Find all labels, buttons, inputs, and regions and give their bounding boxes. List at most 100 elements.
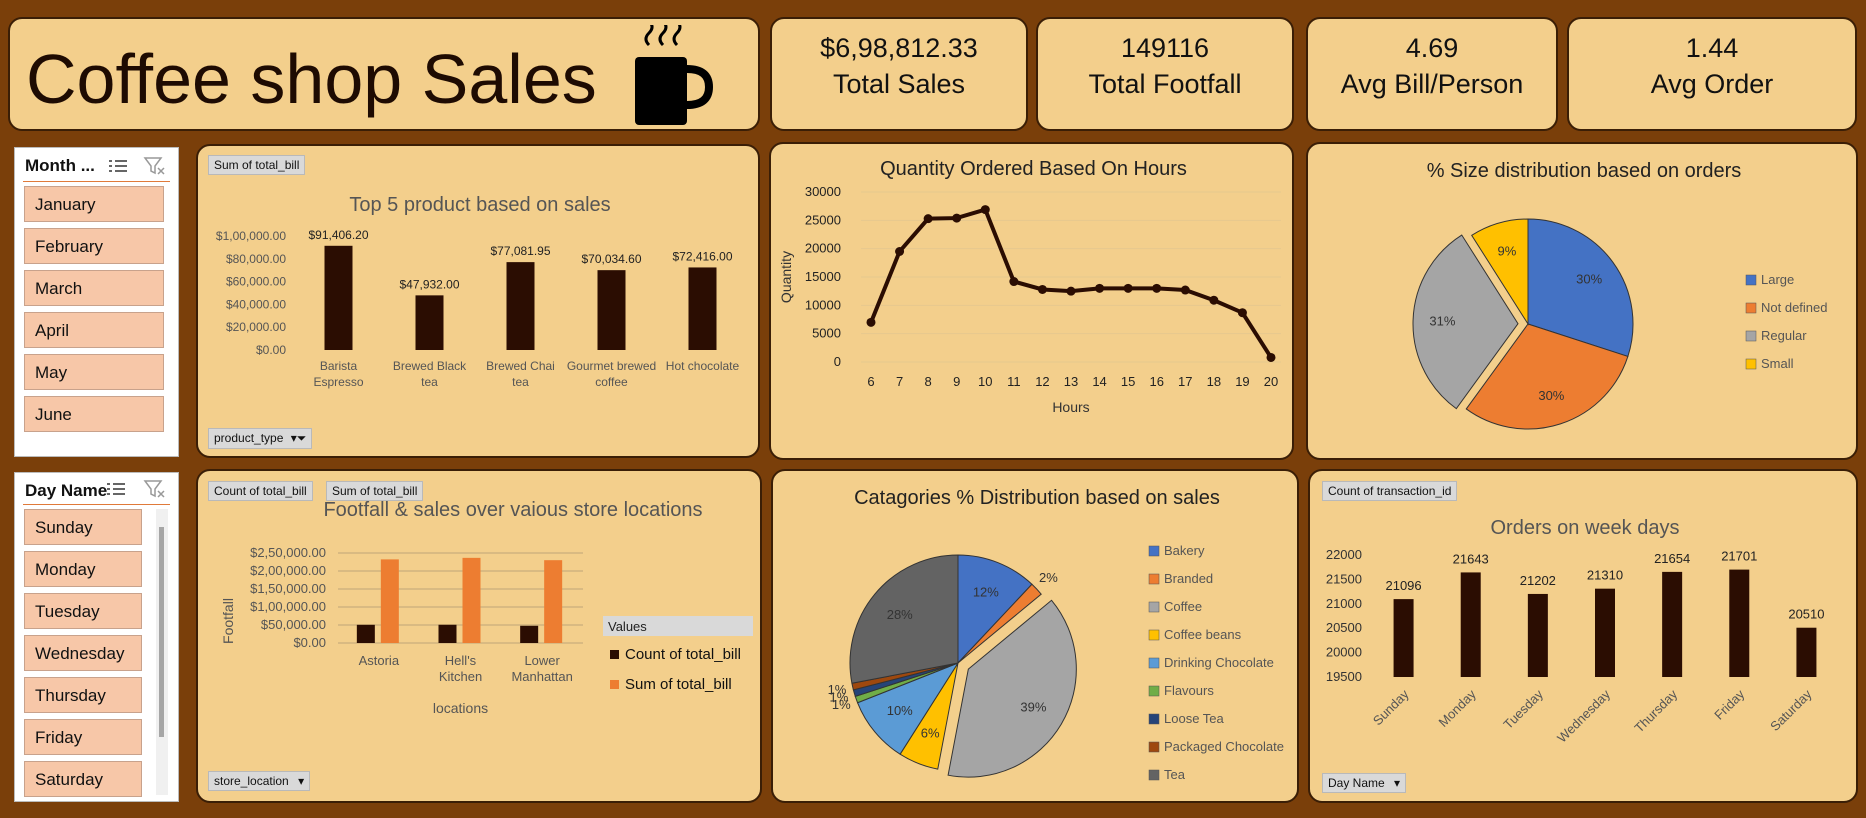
categories-panel: Catagories % Distribution based on sales… (771, 469, 1299, 803)
x-tick-label: 16 (1149, 374, 1163, 389)
y-tick-label: 0 (834, 354, 841, 369)
legend-swatch (1148, 545, 1160, 557)
legend-label: Flavours (1164, 683, 1214, 698)
field-tag-label: product_type (214, 431, 284, 445)
data-label: $77,081.95 (490, 244, 550, 258)
x-tick-label: Thursday (1631, 686, 1680, 735)
data-label: 39% (1020, 700, 1046, 715)
field-tag-label: Day Name (1328, 776, 1385, 790)
bar (1460, 572, 1481, 677)
multi-select-icon[interactable] (105, 479, 127, 499)
legend-label: Coffee (1164, 599, 1202, 614)
legend-swatch (1745, 274, 1757, 286)
bar (1527, 593, 1548, 677)
slicer-item-may[interactable]: May (24, 354, 164, 390)
legend-swatch (1148, 573, 1160, 585)
bar (520, 625, 539, 643)
field-tag-value1[interactable]: Count of total_bill (208, 481, 313, 501)
x-tick-label: Brewed Black (393, 359, 467, 373)
field-tag-value[interactable]: Sum of total_bill (208, 155, 306, 175)
slicer-item-thursday[interactable]: Thursday (24, 677, 142, 713)
data-point (952, 213, 962, 223)
bar (1729, 569, 1750, 677)
slicer-item-tuesday[interactable]: Tuesday (24, 593, 142, 629)
weekday-bar-chart: 22000 21500 21000 20500 20000 19500 21096 Sunda… (1326, 547, 1825, 746)
x-tick-label: Espresso (313, 375, 363, 389)
y-tick-label: $20,000.00 (226, 320, 286, 334)
page-title: Coffee shop Sales (26, 40, 597, 118)
chevron-down-icon[interactable]: ▾ (1394, 776, 1400, 790)
data-label: 21643 (1453, 551, 1489, 566)
data-point (1266, 352, 1276, 362)
slicer-title: Day Name (25, 481, 108, 500)
multi-select-icon[interactable] (107, 156, 129, 176)
data-point (1095, 283, 1105, 293)
coffee-cup-icon (635, 25, 714, 125)
slicer-item-march[interactable]: March (24, 270, 164, 306)
clear-filter-icon[interactable] (143, 479, 167, 499)
chart-title: Orders on week days (1490, 517, 1680, 539)
data-label: $70,034.60 (581, 252, 641, 266)
y-tick-label: $1,50,000.00 (250, 581, 326, 596)
bar (462, 557, 481, 643)
slicer-item-monday[interactable]: Monday (24, 551, 142, 587)
y-tick-label: $60,000.00 (226, 275, 286, 289)
x-tick-label: 14 (1092, 374, 1106, 389)
field-tag-value2[interactable]: Sum of total_bill (326, 481, 424, 501)
top-products-panel: Sum of total_bill Top 5 product based on… (196, 144, 760, 458)
slicer-item-saturday[interactable]: Saturday (24, 761, 142, 797)
data-label: 2% (1039, 570, 1058, 585)
slicer-item-sunday[interactable]: Sunday (24, 509, 142, 545)
hours-panel: Quantity Ordered Based On Hours 30000 250… (769, 142, 1294, 460)
legend-title: Values (608, 619, 647, 634)
x-tick-label: coffee (595, 375, 628, 389)
x-tick-label: 11 (1007, 374, 1021, 389)
x-tick-label: 20 (1264, 374, 1278, 389)
y-axis-title: Footfall (220, 598, 236, 644)
x-tick-label: Saturday (1767, 686, 1815, 734)
data-label: 21701 (1721, 549, 1757, 564)
slicer-item-wednesday[interactable]: Wednesday (24, 635, 142, 671)
bar (1662, 571, 1683, 677)
data-point (923, 214, 933, 224)
hours-line-chart: 30000 25000 20000 15000 10000 5000 0 6 7 8 9 10 11 12… (778, 184, 1281, 415)
y-tick-label: 22000 (1326, 547, 1362, 562)
x-tick-label: Gourmet brewed (567, 359, 656, 373)
x-axis-title: locations (433, 700, 488, 716)
slicer-item-april[interactable]: April (24, 312, 164, 348)
field-tag-axis[interactable]: store_location ▾ (208, 771, 311, 791)
slicer-scrollbar[interactable] (156, 509, 168, 795)
data-label: 21096 (1385, 578, 1421, 593)
y-tick-label: 10000 (805, 297, 841, 312)
field-tag-value[interactable]: Count of transaction_id (1322, 481, 1458, 501)
legend-label: Tea (1164, 767, 1186, 782)
filter-dropdown-icon[interactable]: ▾⏷ (291, 431, 307, 445)
x-tick-label: 17 (1178, 374, 1192, 389)
scrollbar-thumb[interactable] (159, 527, 164, 737)
field-tag-axis[interactable]: product_type ▾⏷ (208, 428, 313, 449)
locations-chart: $2,50,000.00 $2,00,000.00 $1,50,000.00 $1,0… (220, 545, 753, 716)
title-panel: Coffee shop Sales (8, 17, 760, 131)
slicer-item-june[interactable]: June (24, 396, 164, 432)
field-tag-axis[interactable]: Day Name ▾ (1322, 773, 1407, 793)
clear-filter-icon[interactable] (143, 156, 167, 176)
x-tick-label: Tuesday (1500, 686, 1546, 732)
y-tick-label: $2,50,000.00 (250, 545, 326, 560)
y-tick-label: 20500 (1326, 620, 1362, 635)
data-label: 30% (1538, 388, 1564, 403)
slicer-item-february[interactable]: February (24, 228, 164, 264)
x-tick-label: Kitchen (439, 669, 482, 684)
legend-swatch (1148, 601, 1160, 613)
x-tick-label: 18 (1207, 374, 1221, 389)
locations-panel: Count of total_bill Sum of total_bill Fo… (196, 469, 762, 803)
y-tick-label: $0.00 (256, 343, 286, 357)
x-tick-label: Astoria (359, 653, 400, 668)
legend-label: Large (1761, 272, 1794, 287)
y-tick-label: $2,00,000.00 (250, 563, 326, 578)
kpi-value: 4.69 (1405, 33, 1459, 63)
chevron-down-icon[interactable]: ▾ (298, 774, 304, 788)
slicer-item-friday[interactable]: Friday (24, 719, 142, 755)
slicer-item-january[interactable]: January (24, 186, 164, 222)
bar (380, 559, 399, 643)
y-tick-label: 5000 (812, 326, 841, 341)
